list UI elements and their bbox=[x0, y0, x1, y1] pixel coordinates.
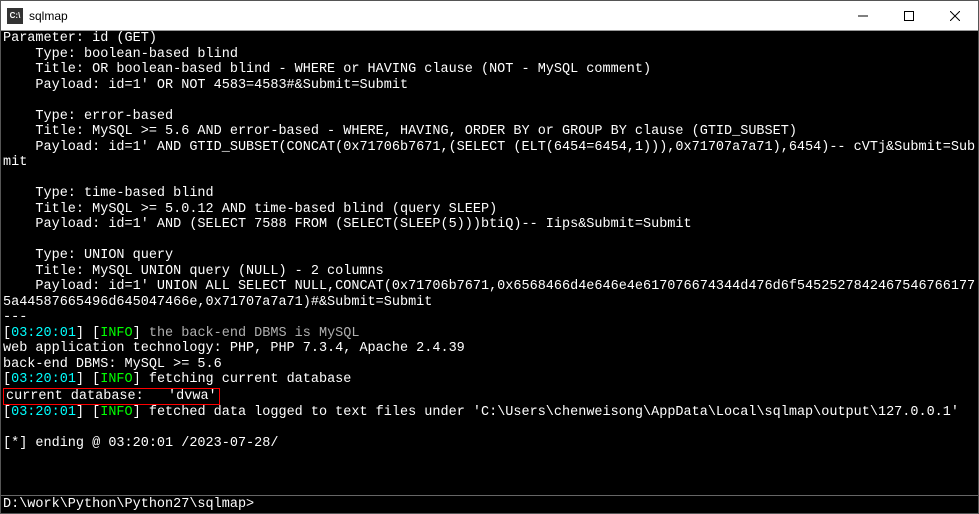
output-line: [03:20:01] [INFO] the back-end DBMS is M… bbox=[3, 326, 976, 342]
terminal-output[interactable]: Parameter: id (GET) Type: boolean-based … bbox=[1, 31, 978, 495]
output-line: current database: 'dvwa' bbox=[3, 388, 976, 406]
output-line: [*] ending @ 03:20:01 /2023-07-28/ bbox=[3, 436, 976, 452]
output-line: Parameter: id (GET) bbox=[3, 31, 976, 47]
output-line: Title: OR boolean-based blind - WHERE or… bbox=[3, 62, 976, 78]
output-line bbox=[3, 452, 976, 468]
output-line: back-end DBMS: MySQL >= 5.6 bbox=[3, 357, 976, 373]
output-line bbox=[3, 233, 976, 249]
current-database-highlight: current database: 'dvwa' bbox=[3, 388, 220, 406]
output-line: Payload: id=1' UNION ALL SELECT NULL,CON… bbox=[3, 279, 976, 310]
maximize-button[interactable] bbox=[886, 1, 932, 30]
output-line bbox=[3, 93, 976, 109]
output-line: Payload: id=1' AND (SELECT 7588 FROM (SE… bbox=[3, 217, 976, 233]
output-line: Payload: id=1' AND GTID_SUBSET(CONCAT(0x… bbox=[3, 140, 976, 171]
output-line: [03:20:01] [INFO] fetching current datab… bbox=[3, 372, 976, 388]
output-line: Type: UNION query bbox=[3, 248, 976, 264]
window: C:\ sqlmap Parameter: id (GET) Type: boo… bbox=[0, 0, 979, 514]
output-line: Title: MySQL UNION query (NULL) - 2 colu… bbox=[3, 264, 976, 280]
titlebar[interactable]: C:\ sqlmap bbox=[1, 1, 978, 31]
output-line bbox=[3, 421, 976, 437]
window-controls bbox=[840, 1, 978, 30]
close-button[interactable] bbox=[932, 1, 978, 30]
output-line: Title: MySQL >= 5.6 AND error-based - WH… bbox=[3, 124, 976, 140]
output-line: Type: error-based bbox=[3, 109, 976, 125]
cmd-icon: C:\ bbox=[7, 8, 23, 24]
output-line: Type: time-based blind bbox=[3, 186, 976, 202]
output-line: web application technology: PHP, PHP 7.3… bbox=[3, 341, 976, 357]
output-line bbox=[3, 171, 976, 187]
window-title: sqlmap bbox=[29, 9, 840, 23]
output-line: Payload: id=1' OR NOT 4583=4583#&Submit=… bbox=[3, 78, 976, 94]
minimize-button[interactable] bbox=[840, 1, 886, 30]
output-line: --- bbox=[3, 310, 976, 326]
output-line: Type: boolean-based blind bbox=[3, 47, 976, 63]
output-line: [03:20:01] [INFO] fetched data logged to… bbox=[3, 405, 976, 421]
prompt-line[interactable]: D:\work\Python\Python27\sqlmap> bbox=[1, 495, 978, 513]
output-line: Title: MySQL >= 5.0.12 AND time-based bl… bbox=[3, 202, 976, 218]
